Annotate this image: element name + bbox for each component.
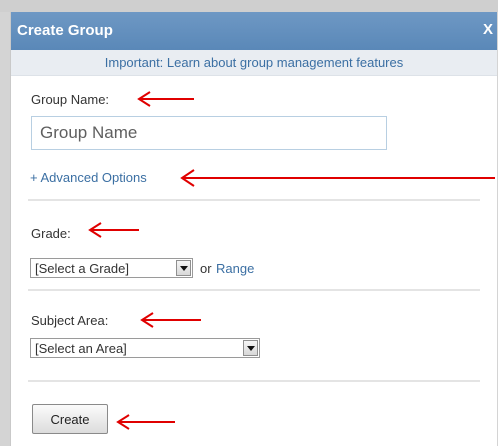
- chevron-down-icon: [180, 266, 188, 271]
- grade-select[interactable]: [Select a Grade]: [30, 258, 193, 278]
- notice-bar: Important: Learn about group management …: [11, 50, 497, 76]
- subject-area-select-value: [Select an Area]: [35, 341, 127, 356]
- arrow-left-icon: [140, 312, 201, 328]
- subject-area-select[interactable]: [Select an Area]: [30, 338, 260, 358]
- dialog-titlebar: Create Group X: [11, 12, 497, 50]
- or-text: or: [200, 261, 212, 276]
- close-button[interactable]: X: [483, 21, 493, 38]
- advanced-options-link[interactable]: + Advanced Options: [30, 170, 147, 185]
- arrow-left-icon: [116, 414, 175, 430]
- backdrop-top-strip: [0, 0, 498, 12]
- learn-more-link[interactable]: Important: Learn about group management …: [105, 55, 403, 70]
- section-divider: [28, 289, 480, 291]
- section-divider: [28, 199, 480, 201]
- create-button[interactable]: Create: [32, 404, 108, 434]
- subject-area-label: Subject Area:: [31, 313, 109, 328]
- grade-dropdown-button[interactable]: [176, 260, 191, 276]
- group-name-label: Group Name:: [31, 92, 110, 107]
- arrow-left-icon: [180, 169, 495, 187]
- range-link[interactable]: Range: [216, 261, 254, 276]
- section-divider: [28, 380, 480, 382]
- create-group-dialog: Create Group X Important: Learn about gr…: [10, 12, 497, 446]
- grade-select-value: [Select a Grade]: [35, 261, 129, 276]
- group-name-input[interactable]: [31, 116, 387, 150]
- subject-area-dropdown-button[interactable]: [243, 340, 258, 356]
- arrow-left-icon: [137, 91, 194, 107]
- grade-label: Grade:: [31, 226, 71, 241]
- dialog-title: Create Group: [17, 22, 113, 39]
- arrow-left-icon: [88, 222, 139, 238]
- chevron-down-icon: [247, 346, 255, 351]
